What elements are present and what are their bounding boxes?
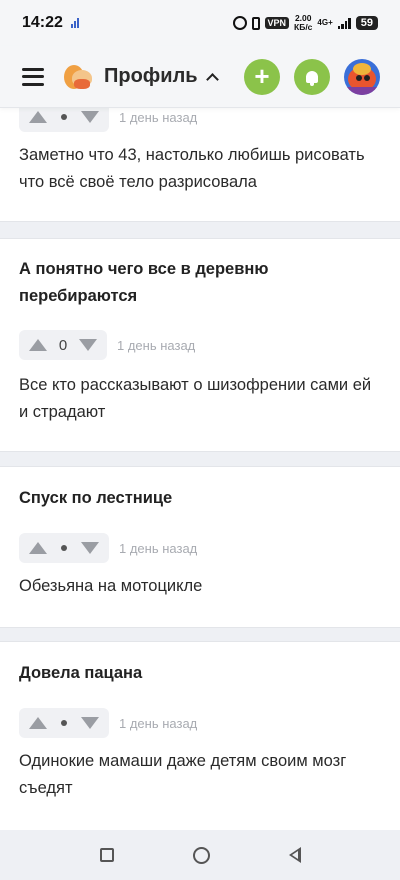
vpn-badge: VPN [264,17,290,29]
signal-mini-icon [70,18,81,28]
network-speed: 2.00 КБ/с [294,14,312,32]
speed-unit: КБ/с [294,22,313,32]
post-score: 0 [58,336,68,354]
network-label: 4G+ [317,18,333,27]
vote-control: 0 [19,330,107,360]
app-logo[interactable] [62,62,92,92]
post-time: 1 день назад [119,540,198,556]
downvote-button[interactable] [81,717,99,729]
score-dot [61,114,67,120]
post-body: Все кто рассказывают о шизофрении сами е… [19,376,372,421]
vote-control [19,708,109,738]
vibrate-icon [251,16,260,30]
upvote-button[interactable] [29,339,47,351]
post-card[interactable]: Довела пацана 1 день назад Одинокие мама… [0,641,400,830]
status-bar: 14:22 VPN 2.00 КБ/с 4G+ 59 [0,0,400,46]
app-header: Профиль + [0,46,400,108]
vote-row: 1 день назад [19,708,197,738]
status-right: VPN 2.00 КБ/с 4G+ 59 [232,14,378,32]
vote-row: 1 день назад [19,533,197,563]
home-icon[interactable] [192,846,210,864]
post-title[interactable]: Довела пацана [19,660,142,687]
system-nav-bar [0,830,400,880]
downvote-button[interactable] [81,111,99,123]
post-title[interactable]: А понятно чего все в деревню перебираютс… [19,256,319,310]
upvote-button[interactable] [29,542,47,554]
status-left: 14:22 [22,14,81,32]
vote-row: 1 день назад [19,108,197,132]
vote-row: 0 1 день назад [19,330,195,360]
plus-icon: + [254,60,270,91]
notifications-button[interactable] [294,58,330,95]
vote-control [19,108,109,132]
post-time: 1 день назад [119,109,198,125]
back-icon[interactable] [288,847,301,863]
posts-feed[interactable]: 1 день назад Заметно что 43, настолько л… [0,108,400,830]
menu-icon[interactable] [22,67,44,86]
recent-apps-icon[interactable] [99,848,114,862]
post-card[interactable]: Спуск по лестнице 1 день назад Обезьяна … [0,466,400,628]
upvote-button[interactable] [29,717,47,729]
score-dot [61,720,67,726]
post-title[interactable]: Спуск по лестнице [19,485,172,512]
battery-icon: 59 [355,16,378,30]
add-post-button[interactable]: + [244,58,280,95]
post-time: 1 день назад [117,337,196,353]
post-card[interactable]: А понятно чего все в деревню перебираютс… [0,238,400,452]
post-card[interactable]: 1 день назад Заметно что 43, настолько л… [0,108,400,222]
post-body: Одинокие мамаши даже детям своим мозг съ… [19,752,347,797]
downvote-button[interactable] [79,339,97,351]
page-title: Профиль [104,65,198,87]
post-body: Заметно что 43, настолько любишь рисоват… [19,146,365,191]
avatar[interactable] [344,58,380,95]
score-dot [61,545,67,551]
signal-icon [337,17,351,29]
screen: 14:22 VPN 2.00 КБ/с 4G+ 59 Профиль + 1 д… [0,0,400,880]
header-actions: + [244,58,380,95]
network-type: 4G+ [317,19,332,27]
upvote-button[interactable] [29,111,47,123]
alarm-icon [232,16,247,30]
chevron-up-icon [205,72,219,86]
bell-icon [306,70,318,86]
status-time: 14:22 [22,14,63,31]
downvote-button[interactable] [81,542,99,554]
post-time: 1 день назад [119,715,198,731]
post-body: Обезьяна на мотоцикле [19,577,203,595]
profile-dropdown[interactable]: Профиль [104,65,219,88]
vote-control [19,533,109,563]
